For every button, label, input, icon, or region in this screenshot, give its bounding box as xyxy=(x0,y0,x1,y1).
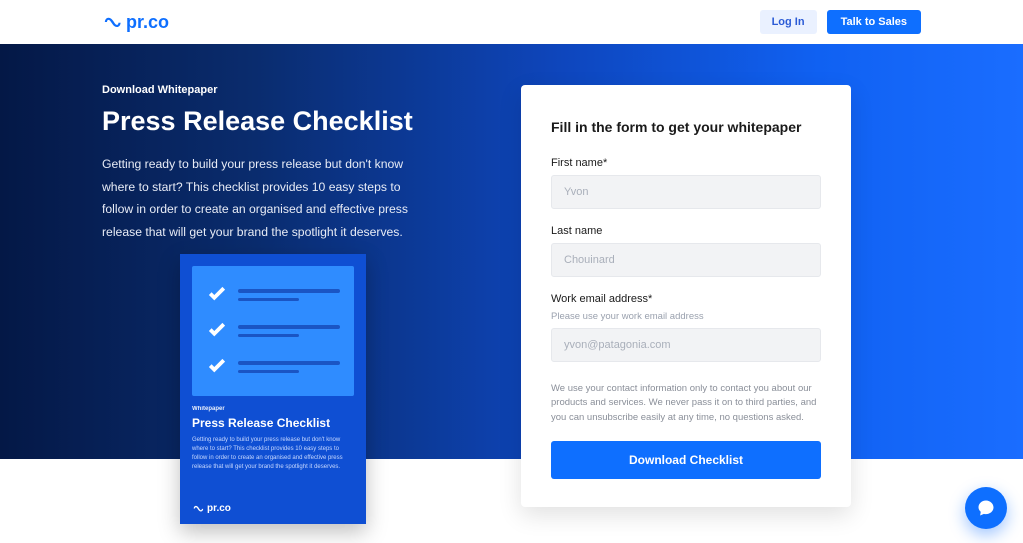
checkmark-icon xyxy=(206,286,228,304)
last-name-label: Last name xyxy=(551,225,821,237)
preview-graphic xyxy=(192,266,354,396)
hero-description: Getting ready to build your press releas… xyxy=(102,153,432,243)
brand-text: pr.co xyxy=(126,12,169,33)
chat-icon xyxy=(976,498,996,518)
last-name-field[interactable] xyxy=(551,243,821,277)
first-name-field[interactable] xyxy=(551,175,821,209)
lead-form: Fill in the form to get your whitepaper … xyxy=(521,85,851,507)
preview-brand: pr.co xyxy=(192,503,231,514)
hero-section: Download Whitepaper Press Release Checkl… xyxy=(0,44,1023,459)
chat-widget[interactable] xyxy=(965,487,1007,529)
brand-icon xyxy=(192,504,204,513)
brand-icon xyxy=(102,15,122,29)
preview-eyebrow: Whitepaper xyxy=(192,406,354,412)
login-button[interactable]: Log In xyxy=(760,10,817,34)
preview-title: Press Release Checklist xyxy=(192,416,354,430)
first-name-label: First name* xyxy=(551,157,821,169)
download-button[interactable]: Download Checklist xyxy=(551,441,821,479)
email-hint: Please use your work email address xyxy=(551,311,821,322)
header-actions: Log In Talk to Sales xyxy=(760,10,921,34)
checkmark-icon xyxy=(206,358,228,376)
whitepaper-preview: Whitepaper Press Release Checklist Getti… xyxy=(180,254,366,524)
page-title: Press Release Checklist xyxy=(102,106,432,137)
talk-to-sales-button[interactable]: Talk to Sales xyxy=(827,10,921,34)
hero-copy: Download Whitepaper Press Release Checkl… xyxy=(102,84,432,243)
preview-desc: Getting ready to build your press releas… xyxy=(192,436,354,472)
checkmark-icon xyxy=(206,322,228,340)
header: pr.co Log In Talk to Sales xyxy=(0,0,1023,44)
form-title: Fill in the form to get your whitepaper xyxy=(551,119,821,135)
email-field[interactable] xyxy=(551,328,821,362)
brand-logo[interactable]: pr.co xyxy=(102,12,169,33)
legal-text: We use your contact information only to … xyxy=(551,382,821,425)
hero-eyebrow: Download Whitepaper xyxy=(102,84,432,96)
email-label: Work email address* xyxy=(551,293,821,305)
